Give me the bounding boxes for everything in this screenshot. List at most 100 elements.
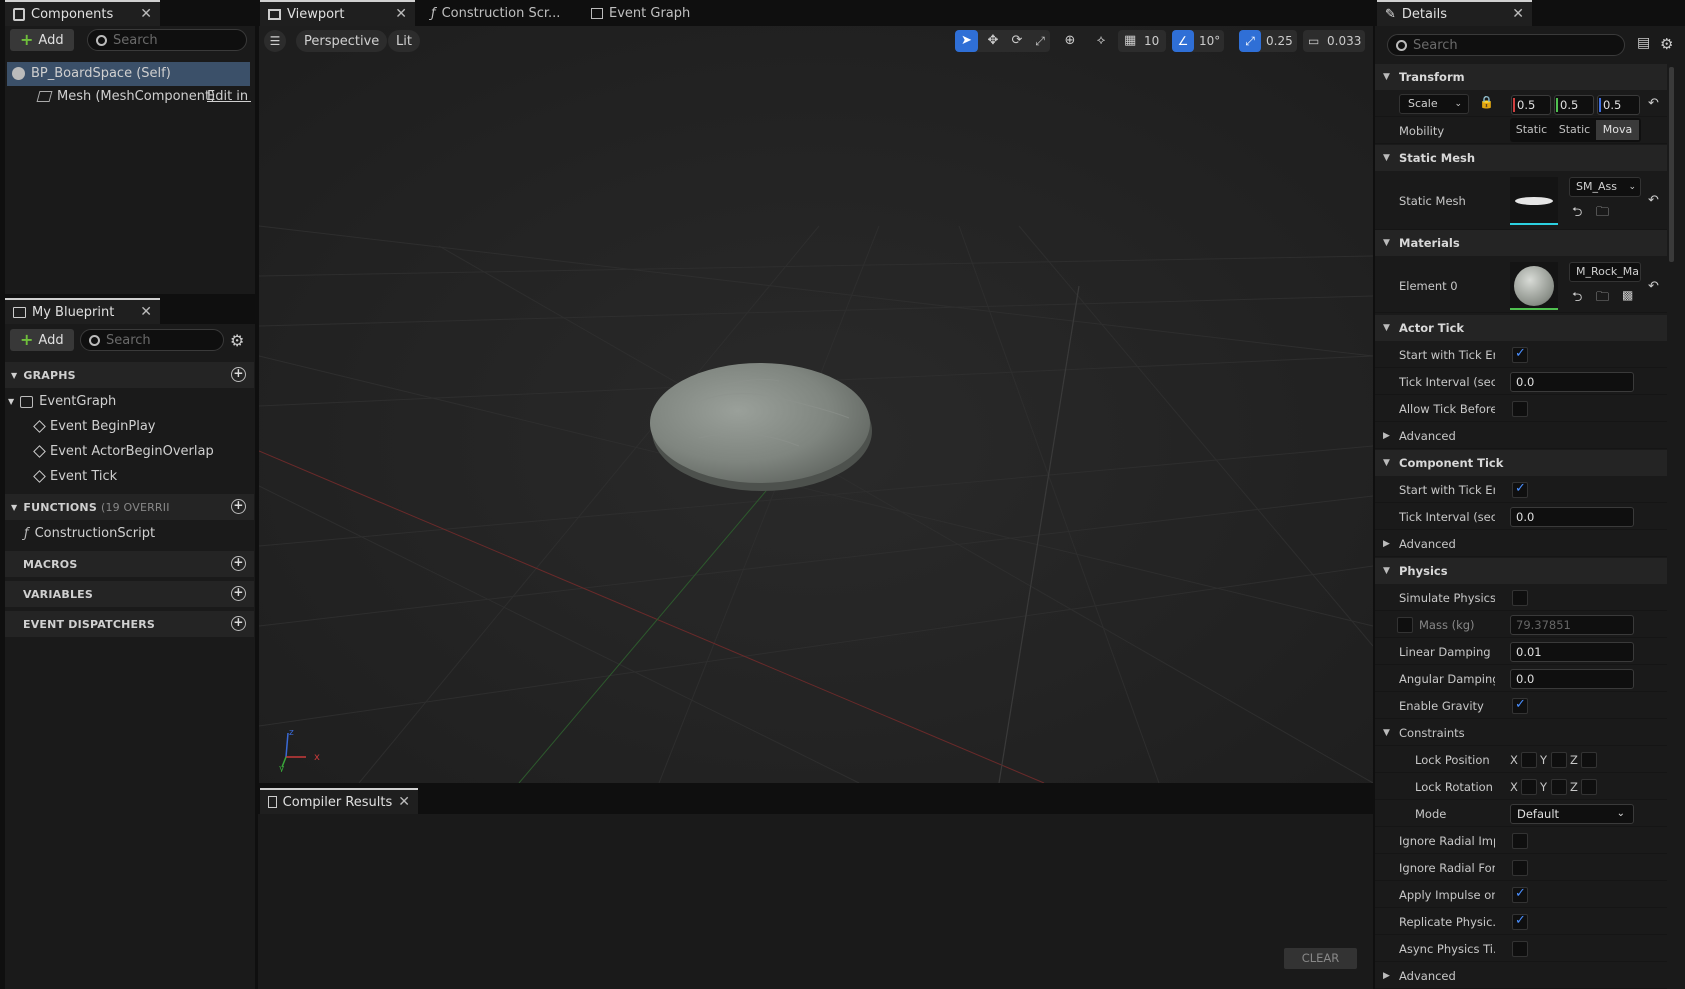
details-search-input[interactable]: Search (1387, 34, 1625, 56)
add-graph-icon[interactable]: + (231, 367, 246, 382)
enable-gravity-checkbox[interactable] (1512, 697, 1528, 714)
constraints-row[interactable]: ▼ Constraints (1375, 720, 1667, 746)
add-variable-icon[interactable]: + (231, 586, 246, 601)
gear-icon[interactable]: ⚙ (1660, 35, 1673, 53)
mobility-movable[interactable]: Mova (1596, 120, 1639, 140)
lock-rotation-x-checkbox[interactable] (1521, 779, 1537, 795)
lock-rotation-y-checkbox[interactable] (1551, 779, 1567, 795)
use-selected-icon[interactable]: ⮌ (1572, 288, 1582, 310)
lock-icon[interactable]: 🔒 (1479, 95, 1494, 109)
mobility-stationary[interactable]: Static (1553, 120, 1596, 140)
lock-rotation-z-checkbox[interactable] (1581, 779, 1597, 795)
perspective-button[interactable]: Perspective (296, 30, 388, 52)
actor-tick-advanced-row[interactable]: ▶ Advanced (1375, 423, 1667, 449)
use-selected-icon[interactable]: ⮌ (1572, 203, 1582, 225)
actor-tick-start-checkbox[interactable] (1512, 346, 1528, 363)
select-tool-icon[interactable]: ➤ (955, 30, 978, 52)
mobility-selector[interactable]: Static Static Mova (1510, 118, 1641, 142)
transform-section[interactable]: ▼ Transform (1375, 64, 1667, 90)
reset-icon[interactable]: ↶ (1648, 279, 1659, 294)
component-tick-interval-field[interactable]: 0.0 (1510, 507, 1634, 527)
event-item[interactable]: Event ActorBeginOverlap (33, 444, 214, 459)
gear-icon[interactable]: ⚙ (230, 331, 244, 350)
add-member-button[interactable]: + Add (10, 329, 74, 351)
apply-impulse-checkbox[interactable] (1512, 886, 1528, 903)
event-graph-item[interactable]: ▼ EventGraph (8, 394, 116, 409)
scale-x-field[interactable]: 0.5 (1511, 95, 1551, 115)
physics-advanced-row[interactable]: ▶ Advanced (1375, 963, 1667, 989)
mode-dropdown[interactable]: Default ⌄ (1510, 804, 1634, 824)
ignore-radial-imp-checkbox[interactable] (1512, 833, 1528, 849)
add-dispatcher-icon[interactable]: + (231, 616, 246, 631)
table-view-icon[interactable]: ▤ (1637, 35, 1650, 51)
variables-section[interactable]: VARIABLES + (5, 581, 254, 607)
details-scrollbar[interactable] (1669, 67, 1674, 262)
hamburger-menu-button[interactable]: ☰ (264, 30, 286, 52)
materials-section[interactable]: ▼ Materials (1375, 230, 1667, 256)
static-mesh-section[interactable]: ▼ Static Mesh (1375, 145, 1667, 171)
close-icon[interactable]: ✕ (1512, 6, 1524, 22)
tab-components[interactable]: Components ✕ (5, 0, 160, 26)
construction-script-item[interactable]: ƒ ConstructionScript (24, 526, 155, 541)
close-icon[interactable]: ✕ (395, 6, 407, 22)
functions-section[interactable]: ▼ FUNCTIONS (19 OVERRII + (5, 494, 254, 520)
event-item[interactable]: Event BeginPlay (33, 419, 156, 434)
close-icon[interactable]: ✕ (140, 6, 152, 22)
material-picker[interactable]: M_Rock_Marb (1569, 262, 1641, 282)
scale-dropdown[interactable]: Scale ⌄ (1399, 94, 1469, 114)
scale-z-field[interactable]: 0.5 (1597, 95, 1640, 115)
add-function-icon[interactable]: + (231, 499, 246, 514)
move-tool-icon[interactable]: ✥ (982, 30, 1004, 52)
event-item[interactable]: Event Tick (33, 469, 117, 484)
tab-viewport[interactable]: Viewport ✕ (260, 0, 415, 26)
checker-icon[interactable]: ▩ (1622, 288, 1633, 302)
tab-construction-script[interactable]: ƒ Construction Scr... (423, 0, 573, 26)
dispatchers-section[interactable]: EVENT DISPATCHERS + (5, 611, 254, 637)
reset-icon[interactable]: ↶ (1648, 193, 1659, 208)
tab-compiler-results[interactable]: Compiler Results ✕ (260, 788, 418, 814)
replicate-physics-checkbox[interactable] (1512, 913, 1528, 930)
physics-section[interactable]: ▼ Physics (1375, 558, 1667, 584)
macros-section[interactable]: MACROS + (5, 551, 254, 577)
actor-tick-section[interactable]: ▼ Actor Tick (1375, 315, 1667, 341)
add-macro-icon[interactable]: + (231, 556, 246, 571)
lock-position-x-checkbox[interactable] (1521, 752, 1537, 768)
lock-position-z-checkbox[interactable] (1581, 752, 1597, 768)
tab-details[interactable]: ✎ Details ✕ (1377, 0, 1532, 26)
scale-y-field[interactable]: 0.5 (1554, 95, 1594, 115)
world-space-icon[interactable]: ⊕ (1059, 30, 1081, 52)
linear-damping-field[interactable]: 0.01 (1510, 642, 1634, 662)
ignore-radial-force-checkbox[interactable] (1512, 860, 1528, 876)
simulate-physics-checkbox[interactable] (1512, 590, 1528, 606)
graphs-section[interactable]: ▼ GRAPHS + (5, 362, 254, 388)
mass-override-checkbox[interactable] (1397, 617, 1413, 633)
tab-event-graph[interactable]: Event Graph (583, 0, 733, 26)
components-search-input[interactable]: Search (87, 29, 247, 51)
browse-icon[interactable]: 🗀 (1596, 288, 1609, 310)
scale-tool-icon[interactable]: ⤢ (1029, 30, 1051, 52)
angular-damping-field[interactable]: 0.0 (1510, 669, 1634, 689)
component-tick-start-checkbox[interactable] (1512, 481, 1528, 498)
reset-icon[interactable]: ↶ (1648, 96, 1659, 111)
viewport[interactable] (259, 26, 1373, 783)
material-thumbnail[interactable] (1510, 262, 1558, 310)
close-icon[interactable]: ✕ (140, 304, 152, 320)
myblueprint-search-input[interactable]: Search (80, 329, 224, 351)
tab-my-blueprint[interactable]: My Blueprint ✕ (5, 298, 160, 324)
lit-button[interactable]: Lit (388, 30, 420, 52)
static-mesh-thumbnail[interactable] (1510, 177, 1558, 225)
edit-in-cpp-link[interactable]: Edit in C (207, 89, 251, 104)
component-tick-advanced-row[interactable]: ▶ Advanced (1375, 531, 1667, 557)
component-self[interactable]: BP_BoardSpace (Self) (12, 66, 171, 81)
actor-tick-interval-field[interactable]: 0.0 (1510, 372, 1634, 392)
add-component-button[interactable]: + Add (10, 29, 74, 51)
rotate-tool-icon[interactable]: ⟳ (1006, 30, 1028, 52)
allow-tick-checkbox[interactable] (1512, 401, 1528, 417)
lock-position-y-checkbox[interactable] (1551, 752, 1567, 768)
surface-snap-icon[interactable]: ⟡ (1090, 30, 1112, 52)
mobility-static[interactable]: Static (1510, 120, 1553, 140)
async-physics-checkbox[interactable] (1512, 941, 1528, 957)
static-mesh-picker[interactable]: SM_Ass ⌄ (1569, 177, 1641, 197)
close-icon[interactable]: ✕ (398, 794, 410, 810)
component-mesh[interactable]: Mesh (MeshComponent) (36, 89, 215, 104)
